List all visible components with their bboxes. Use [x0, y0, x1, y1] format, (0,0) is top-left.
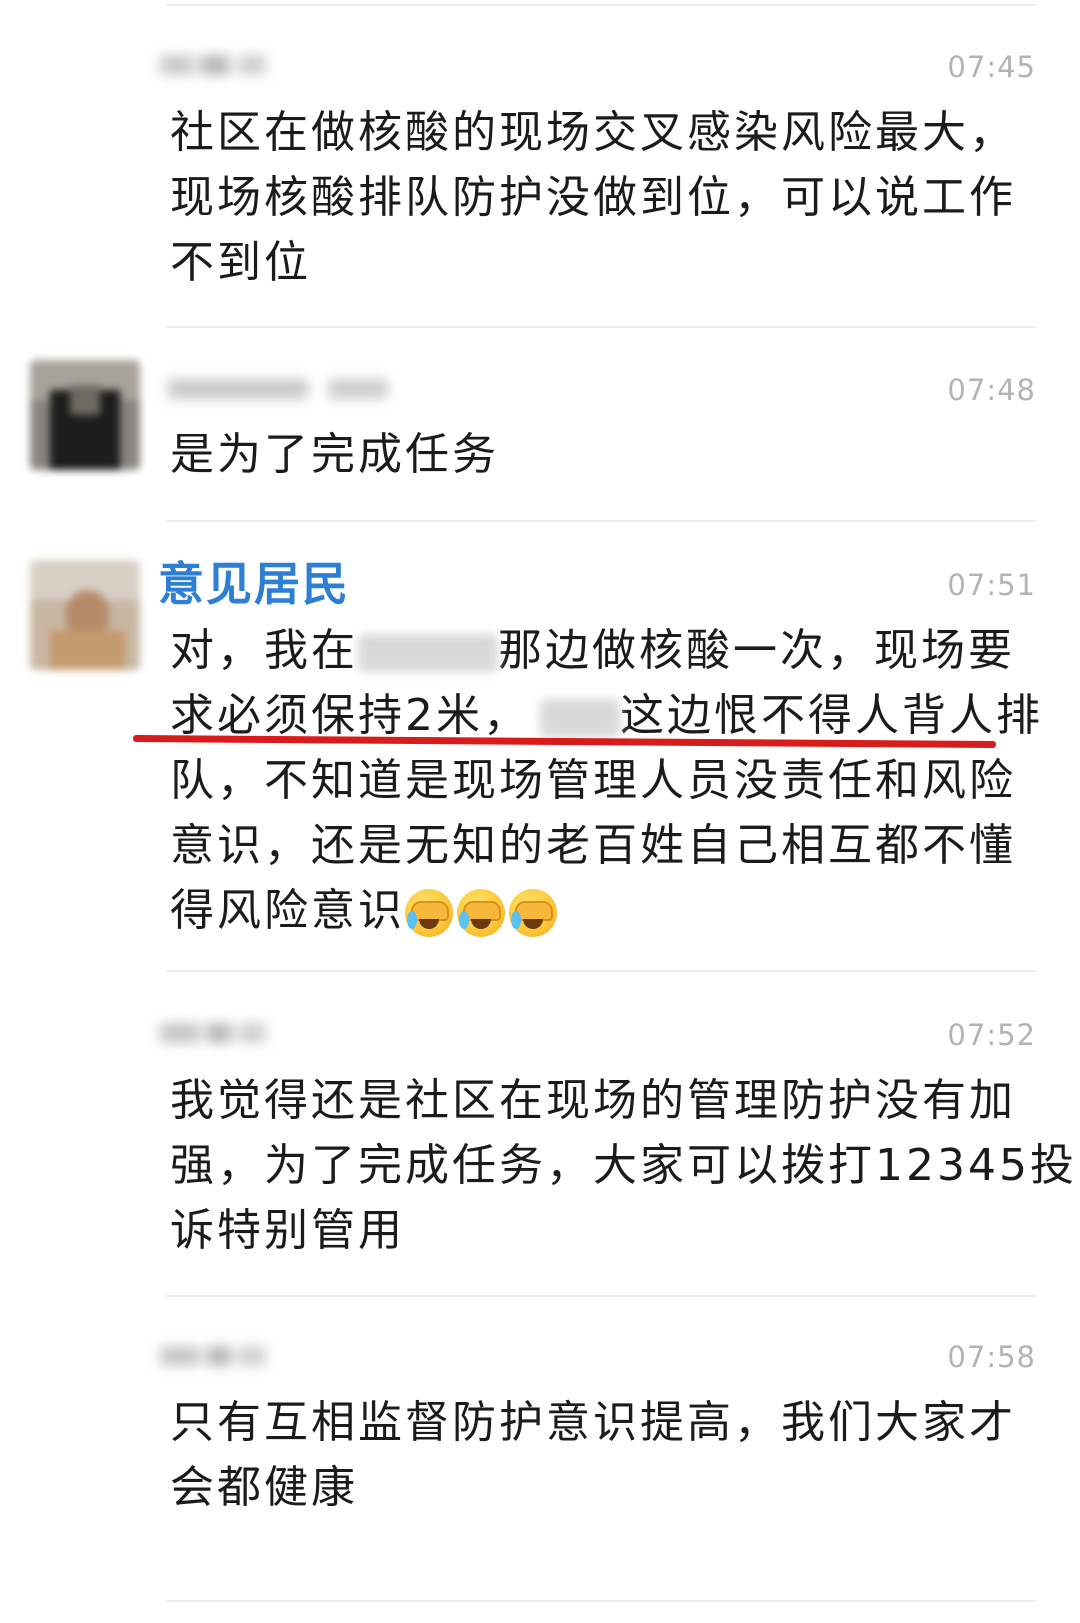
comment-time: 07:52 [947, 1018, 1036, 1052]
comment-line: 诉特别管用 [170, 1205, 405, 1256]
divider [166, 970, 1036, 972]
comment-fragment: 求必须保持2米， [170, 690, 530, 741]
comment-text: 对，我在 那边做核酸一次，现场要 求必须保持2米， 这边恨不得人背人排 队，不知道是… [170, 618, 1040, 943]
comment-line: 是为了完成任务 [170, 429, 499, 480]
comment-feed: 07:45 社区在做核酸的现场交叉感染风险最大， 现场核酸排队防护没做到位，可以… [0, 0, 1080, 1623]
comment-line: 得风险意识 [170, 878, 1040, 943]
comment-line: 强，为了完成任务，大家可以拨打12345投 [170, 1140, 1077, 1191]
username-redacted[interactable] [160, 1020, 270, 1046]
redacted-place [540, 699, 620, 737]
comment-fragment: 这边恨不得人背人排 [620, 690, 1043, 741]
username-redacted[interactable] [168, 376, 398, 402]
comment-line: 对，我在 那边做核酸一次，现场要 [170, 618, 1040, 683]
username[interactable]: 意见居民 [158, 548, 350, 614]
comment-text: 社区在做核酸的现场交叉感染风险最大， 现场核酸排队防护没做到位，可以说工作 不到… [170, 100, 1040, 295]
comment-fragment: 对，我在 [170, 625, 358, 676]
comment-text: 只有互相监督防护意识提高，我们大家才 会都健康 [170, 1390, 1040, 1520]
comment-line: 不到位 [170, 237, 311, 288]
comment-line: 我觉得还是社区在现场的管理防护没有加 [170, 1075, 1016, 1126]
username-redacted[interactable] [160, 1343, 270, 1369]
comment-time: 07:51 [947, 568, 1036, 602]
comment-line: 现场核酸排队防护没做到位，可以说工作 [170, 172, 1016, 223]
comment-fragment: 得风险意识 [170, 885, 405, 936]
comment-line: 社区在做核酸的现场交叉感染风险最大， [170, 107, 1016, 158]
comment-text: 是为了完成任务 [170, 422, 1040, 487]
comment-line: 会都健康 [170, 1462, 358, 1513]
divider [166, 1295, 1036, 1297]
avatar[interactable] [30, 560, 140, 670]
comment-time: 07:45 [947, 50, 1036, 84]
comment-line: 只有互相监督防护意识提高，我们大家才 [170, 1397, 1016, 1448]
redacted-place [358, 634, 498, 672]
divider [166, 4, 1036, 6]
username-redacted[interactable] [160, 52, 270, 78]
comment-time: 07:48 [947, 373, 1036, 407]
comment-fragment: 那边做核酸一次，现场要 [498, 625, 1015, 676]
facepalm-crying-icon [509, 889, 557, 937]
comment-text: 我觉得还是社区在现场的管理防护没有加 强，为了完成任务，大家可以拨打12345投… [170, 1068, 1077, 1263]
divider [166, 520, 1036, 522]
comment-line: 队，不知道是现场管理人员没责任和风险 [170, 755, 1016, 806]
facepalm-crying-icon [457, 889, 505, 937]
divider [166, 326, 1036, 328]
comment-time: 07:58 [947, 1340, 1036, 1374]
facepalm-crying-icon [405, 889, 453, 937]
comment-line: 意识，还是无知的老百姓自己相互都不懂 [170, 820, 1016, 871]
avatar[interactable] [30, 360, 140, 470]
divider [166, 1600, 1036, 1602]
